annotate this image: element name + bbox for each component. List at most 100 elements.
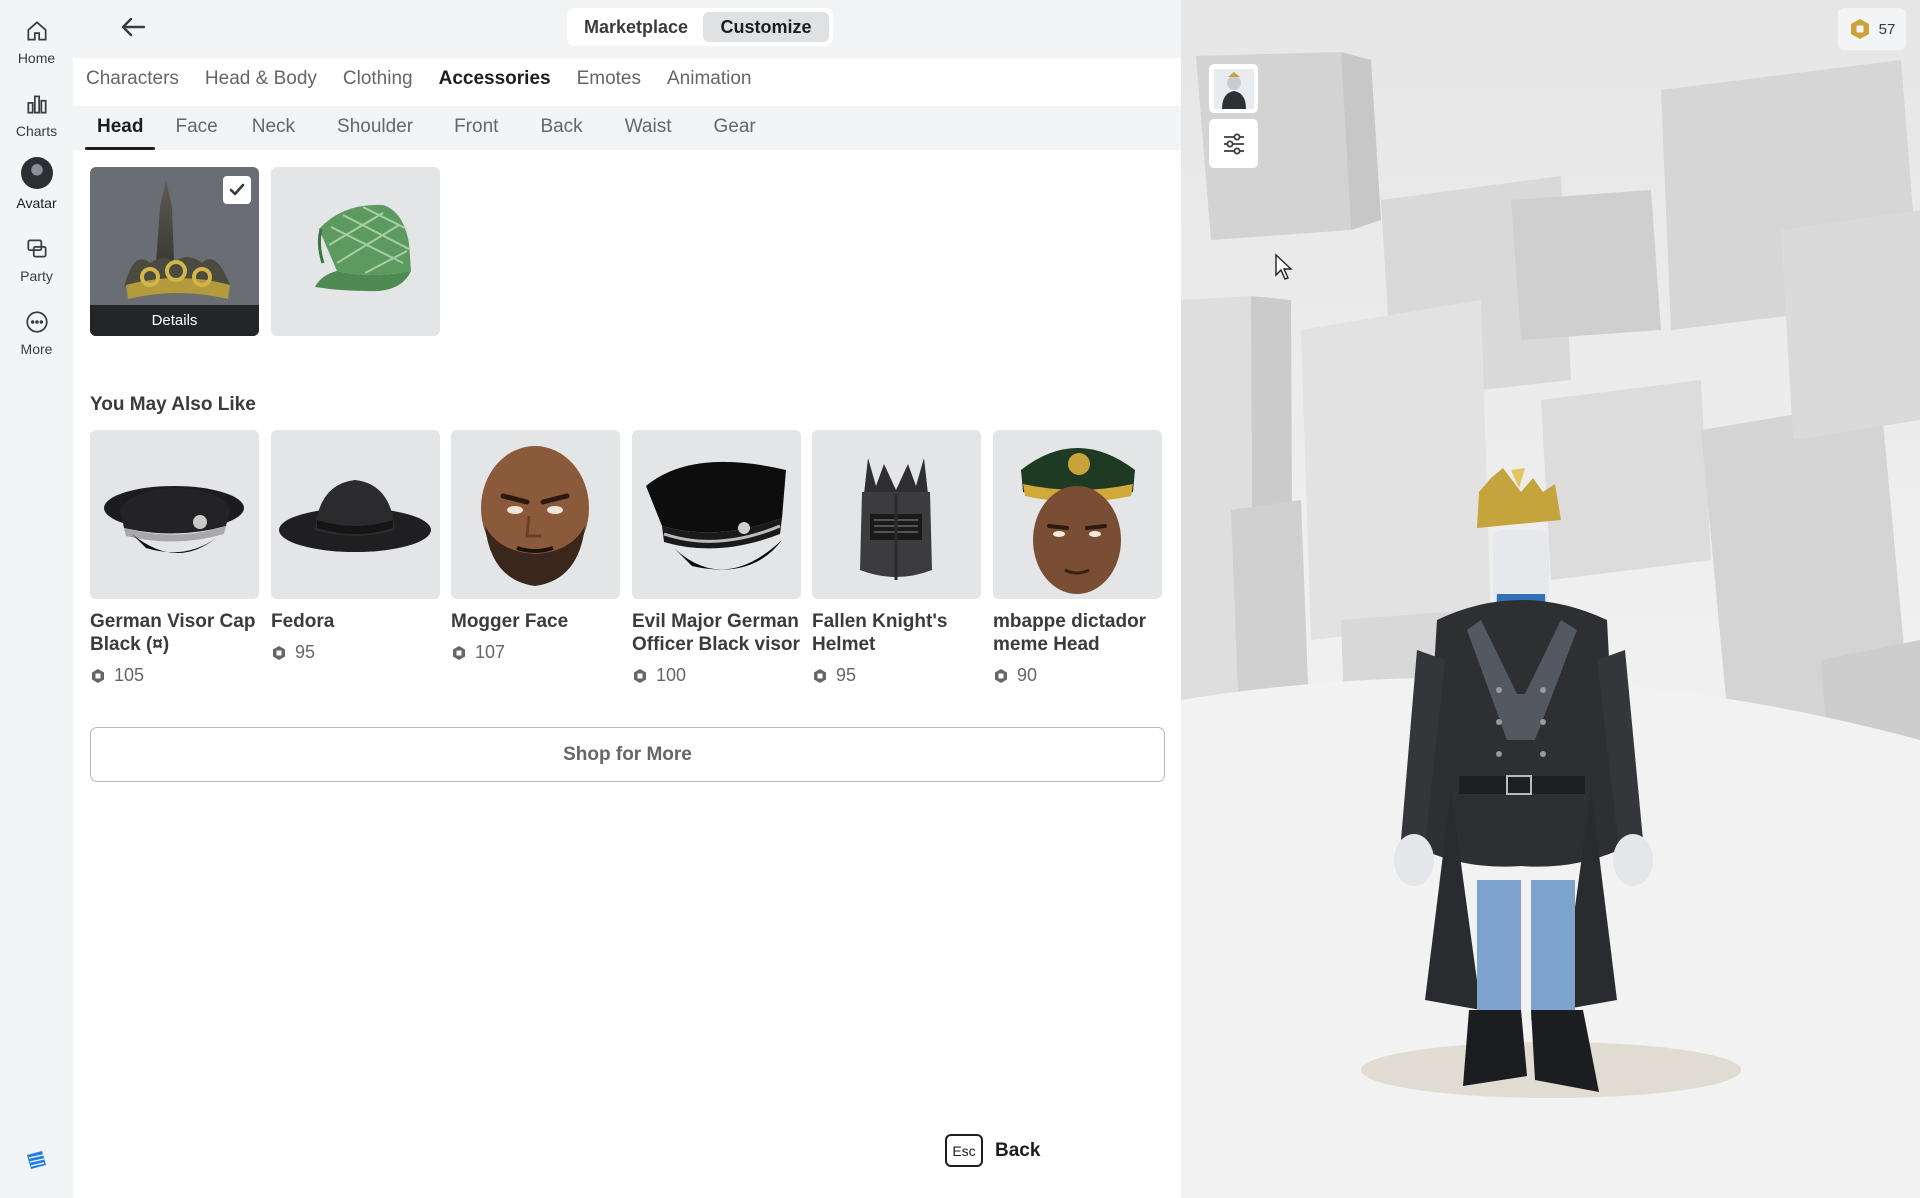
nav-avatar[interactable]: Avatar — [0, 157, 73, 219]
top-bar: Marketplace Customize — [73, 0, 1181, 58]
esc-back-label: Back — [995, 1139, 1041, 1161]
subtab-neck[interactable]: Neck — [252, 116, 295, 150]
rec-thumb-knight-helmet[interactable] — [812, 430, 981, 599]
rec-name[interactable]: mbappe dictador meme Head — [993, 610, 1171, 656]
nav-party[interactable]: Party — [0, 232, 73, 294]
avatar-character[interactable] — [1181, 0, 1920, 1198]
avatar-settings-button[interactable] — [1209, 119, 1258, 168]
rec-card: Fedora 95 — [271, 430, 441, 663]
rec-thumb-fedora[interactable] — [271, 430, 440, 599]
customize-tab[interactable]: Customize — [703, 12, 829, 42]
nav-charts-label: Charts — [15, 123, 58, 139]
rec-price: 100 — [632, 665, 802, 686]
subtab-gear[interactable]: Gear — [713, 116, 755, 150]
knight-helmet-image — [860, 458, 932, 580]
equipped-checkbox[interactable] — [223, 176, 251, 204]
rec-thumb-mogger-face[interactable] — [451, 430, 620, 599]
avatar-thumbnail-icon — [1213, 68, 1254, 109]
shop-for-more-button[interactable]: Shop for More — [90, 727, 1165, 782]
rec-price-value: 100 — [656, 665, 687, 685]
rec-card: German Visor Cap Black (¤) 105 — [90, 430, 260, 686]
rec-card: Mogger Face 107 — [451, 430, 621, 663]
rec-thumb-visor-cap[interactable] — [90, 430, 259, 599]
charts-icon — [26, 95, 47, 114]
category-tabs: Characters Head & Body Clothing Accessor… — [86, 68, 752, 96]
rec-price-value: 95 — [295, 642, 316, 662]
avatar-icon — [20, 157, 53, 189]
owned-item-cap[interactable] — [271, 167, 440, 336]
mogger-face-image — [481, 446, 589, 586]
nav-home[interactable]: Home — [0, 14, 73, 76]
section-title-recommendations: You May Also Like — [90, 394, 256, 415]
tab-accessories[interactable]: Accessories — [439, 68, 551, 96]
tab-emotes[interactable]: Emotes — [577, 68, 641, 96]
avatar-3d-viewport[interactable] — [1181, 0, 1920, 1198]
rec-price: 90 — [993, 665, 1163, 686]
party-icon — [26, 239, 47, 258]
mode-toggle: Marketplace Customize — [567, 8, 833, 46]
subcategory-tabs: Head Face Neck Shoulder Front Back Waist… — [84, 116, 756, 150]
roblox-logo-icon[interactable] — [24, 1148, 48, 1172]
details-button[interactable]: Details — [90, 305, 259, 336]
tab-characters[interactable]: Characters — [86, 68, 179, 96]
rec-name[interactable]: German Visor Cap Black (¤) — [90, 610, 268, 656]
nav-more-label: More — [20, 341, 53, 357]
esc-back-hint[interactable]: Esc Back — [945, 1134, 1040, 1167]
rec-name[interactable]: Fedora — [271, 610, 449, 633]
subtab-face[interactable]: Face — [175, 116, 217, 150]
nav-rail: Home Charts Avatar Party More — [0, 0, 73, 1198]
rec-name[interactable]: Mogger Face — [451, 610, 629, 633]
robux-icon — [995, 668, 1007, 683]
rec-price-value: 107 — [475, 642, 506, 662]
robux-balance[interactable]: 57 — [1838, 8, 1906, 50]
subtab-back[interactable]: Back — [540, 116, 582, 150]
subtab-head[interactable]: Head — [84, 116, 157, 150]
subtab-shoulder[interactable]: Shoulder — [337, 116, 413, 150]
rec-name[interactable]: Fallen Knight's Helmet — [812, 610, 990, 656]
rec-price-value: 95 — [836, 665, 857, 685]
rec-price: 95 — [812, 665, 982, 686]
dictator-head-image — [1021, 448, 1135, 594]
robux-icon — [453, 645, 465, 660]
rec-price-value: 105 — [114, 665, 145, 685]
mouse-cursor — [1275, 253, 1293, 280]
rec-card: Evil Major German Officer Black visor 10… — [632, 430, 802, 686]
marketplace-tab[interactable]: Marketplace — [571, 12, 701, 42]
rec-price-value: 90 — [1017, 665, 1038, 685]
tab-clothing[interactable]: Clothing — [343, 68, 413, 96]
rec-card: mbappe dictador meme Head 90 — [993, 430, 1163, 686]
nav-charts[interactable]: Charts — [0, 87, 73, 149]
subtab-front[interactable]: Front — [454, 116, 498, 150]
robux-icon — [1850, 19, 1869, 39]
esc-key: Esc — [945, 1134, 983, 1167]
rec-price: 105 — [90, 665, 260, 686]
nav-party-label: Party — [20, 268, 53, 284]
rec-price: 107 — [451, 642, 621, 663]
robux-icon — [273, 645, 285, 660]
officer-visor-image — [646, 461, 786, 570]
tab-animation[interactable]: Animation — [667, 68, 752, 96]
green-plaid-cap-image — [315, 204, 411, 292]
rec-price: 95 — [271, 642, 441, 663]
robux-icon — [92, 668, 104, 683]
robux-icon — [634, 668, 646, 683]
rec-thumb-mbappe-head[interactable] — [993, 430, 1162, 599]
sliders-icon — [1223, 133, 1244, 154]
rec-card: Fallen Knight's Helmet 95 — [812, 430, 982, 686]
nav-avatar-label: Avatar — [16, 195, 57, 211]
fedora-image — [279, 480, 431, 552]
subtab-waist[interactable]: Waist — [625, 116, 672, 150]
tab-head-body[interactable]: Head & Body — [205, 68, 317, 96]
rec-name[interactable]: Evil Major German Officer Black visor — [632, 610, 810, 656]
checkmark-icon — [229, 183, 245, 196]
back-arrow-icon[interactable] — [116, 12, 152, 42]
nav-more[interactable]: More — [0, 305, 73, 367]
robux-icon — [814, 668, 826, 683]
robux-balance-value: 57 — [1878, 20, 1896, 38]
more-icon — [25, 311, 48, 333]
owned-item-crown[interactable]: Details — [90, 167, 259, 336]
rec-thumb-officer-visor[interactable] — [632, 430, 801, 599]
visor-cap-image — [104, 486, 244, 554]
avatar-thumbnail-button[interactable] — [1209, 64, 1258, 113]
home-icon — [26, 21, 47, 41]
